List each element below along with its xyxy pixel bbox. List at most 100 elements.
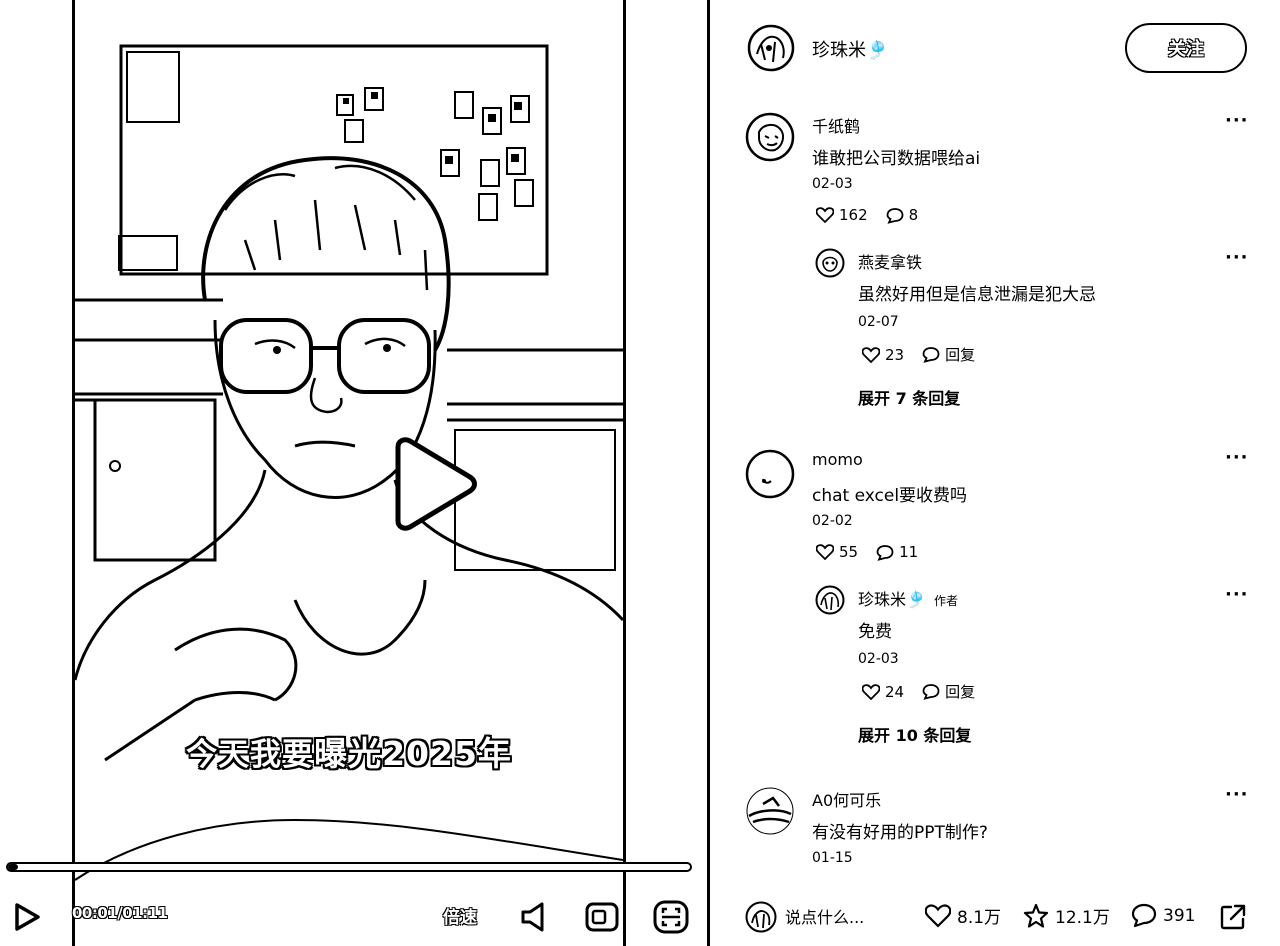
heart-icon xyxy=(862,683,880,700)
author-badge: 作者 xyxy=(933,594,958,608)
comment-text: chat excel要收费吗 xyxy=(812,486,968,506)
reply-date: 02-03 xyxy=(858,651,899,667)
my-avatar[interactable] xyxy=(745,901,777,933)
video-player[interactable]: 今天我要曝光2025年 00:01/01:11 倍速 xyxy=(0,0,710,946)
reply-stats: 23 回复 xyxy=(862,344,993,365)
avatar-image xyxy=(745,449,795,499)
avatar-image xyxy=(745,901,777,933)
comment-bubble-icon xyxy=(886,207,904,224)
share-button[interactable] xyxy=(1218,902,1248,932)
video-controls: 00:01/01:11 倍速 xyxy=(0,890,708,944)
comment-total: 391 xyxy=(1163,905,1196,926)
heart-icon xyxy=(816,544,834,560)
comment-bubble-icon xyxy=(876,544,894,561)
like-count: 24 xyxy=(885,682,905,701)
play-icon xyxy=(15,903,40,931)
reply-username[interactable]: 珍珠米🎐 作者 xyxy=(858,586,958,610)
heart-icon xyxy=(862,346,880,363)
reply-item: 珍珠米🎐 作者 ··· 免费 02-03 24 回复 xyxy=(813,582,1280,712)
reply-username[interactable]: 燕麦拿铁 xyxy=(858,249,922,273)
play-overlay-button[interactable] xyxy=(390,437,478,531)
comment-input[interactable] xyxy=(785,904,925,930)
comment-date: 02-02 xyxy=(812,513,853,529)
like-count: 23 xyxy=(885,345,905,364)
avatar[interactable] xyxy=(745,786,795,836)
like-button[interactable]: 55 xyxy=(816,543,858,561)
heart-icon xyxy=(816,207,834,223)
comment-bubble-icon xyxy=(1131,903,1157,928)
reply-count: 11 xyxy=(899,543,919,561)
comment-text: 有没有好用的PPT制作? xyxy=(812,823,988,843)
video-progress-fill xyxy=(8,864,18,870)
avatar-image xyxy=(815,585,845,615)
comment-username[interactable]: A0何可乐 xyxy=(812,787,881,811)
expand-replies-button[interactable]: 展开 7 条回复 xyxy=(858,385,960,409)
comment-username[interactable]: momo xyxy=(812,450,863,469)
reply-label: 回复 xyxy=(945,683,976,701)
fullscreen-button[interactable] xyxy=(652,899,690,935)
more-options-button[interactable]: ··· xyxy=(1225,584,1249,605)
reply-stats: 24 回复 xyxy=(862,681,993,702)
reply-button[interactable]: 回复 xyxy=(922,681,975,702)
pip-icon xyxy=(585,902,619,932)
avatar[interactable] xyxy=(815,248,845,278)
more-options-button[interactable]: ··· xyxy=(1225,784,1249,805)
comment-date: 02-03 xyxy=(812,176,853,192)
speed-button[interactable]: 倍速 xyxy=(443,903,477,928)
like-button[interactable]: 24 xyxy=(862,683,904,701)
video-progress-bar[interactable] xyxy=(6,862,692,872)
follow-button[interactable]: 关注 xyxy=(1125,23,1247,73)
comment-bubble-icon xyxy=(922,347,940,363)
reply-count: 8 xyxy=(908,206,919,224)
reply-label: 回复 xyxy=(945,346,976,364)
avatar-image xyxy=(745,112,795,162)
comment-date: 01-15 xyxy=(812,850,853,866)
like-total: 8.1万 xyxy=(957,908,1002,928)
comment-item: A0何可乐 ··· 有没有好用的PPT制作? 01-15 xyxy=(713,774,1280,884)
author-header: 珍珠米🎐 关注 xyxy=(713,0,1280,96)
play-button[interactable] xyxy=(10,900,44,934)
comment-item: momo ··· chat excel要收费吗 02-02 55 11 珍珠米🎐 xyxy=(713,437,1280,757)
volume-button[interactable] xyxy=(518,900,552,934)
reply-count-button[interactable]: 11 xyxy=(876,543,918,561)
bottom-action-bar: 8.1万 12.1万 391 xyxy=(713,890,1280,946)
avatar[interactable] xyxy=(745,449,795,499)
avatar[interactable] xyxy=(815,585,845,615)
author-avatar[interactable] xyxy=(747,24,795,72)
video-time: 00:01/01:11 xyxy=(72,904,168,922)
like-button[interactable]: 23 xyxy=(862,346,904,364)
expand-replies-button[interactable]: 展开 10 条回复 xyxy=(858,722,971,746)
comments-button[interactable]: 391 xyxy=(1131,903,1195,928)
comment-panel: 珍珠米🎐 关注 千纸鹤 ··· 谁敢把公司数据喂给ai 02-03 162 8 xyxy=(713,0,1280,946)
more-options-button[interactable]: ··· xyxy=(1225,247,1249,268)
reply-item: 燕麦拿铁 ··· 虽然好用但是信息泄漏是犯大忌 02-07 23 回复 xyxy=(813,245,1280,375)
fullscreen-icon xyxy=(653,900,689,934)
like-video-button[interactable]: 8.1万 xyxy=(925,903,1001,928)
favorite-total: 12.1万 xyxy=(1055,908,1110,928)
play-icon xyxy=(395,437,477,531)
author-name[interactable]: 珍珠米🎐 xyxy=(812,36,888,62)
favorite-button[interactable]: 12.1万 xyxy=(1023,903,1110,928)
like-count: 55 xyxy=(839,543,859,561)
share-icon xyxy=(1220,904,1246,930)
comment-item: 千纸鹤 ··· 谁敢把公司数据喂给ai 02-03 162 8 燕麦拿铁 ···… xyxy=(713,100,1280,420)
comment-username[interactable]: 千纸鹤 xyxy=(812,113,860,137)
like-button[interactable]: 162 xyxy=(816,206,868,224)
subtitle-text: 今天我要 xyxy=(186,737,315,773)
video-scene-image xyxy=(75,44,623,881)
video-frame[interactable]: 今天我要曝光2025年 xyxy=(72,0,626,946)
video-subtitle: 今天我要曝光2025年 xyxy=(75,727,623,775)
reply-count-button[interactable]: 8 xyxy=(886,206,919,224)
reply-button[interactable]: 回复 xyxy=(922,344,975,365)
speaker-icon xyxy=(521,902,544,932)
star-icon xyxy=(1023,903,1049,928)
avatar-image xyxy=(815,248,845,278)
more-options-button[interactable]: ··· xyxy=(1225,110,1249,131)
like-count: 162 xyxy=(839,206,868,224)
avatar[interactable] xyxy=(745,112,795,162)
reply-date: 02-07 xyxy=(858,314,899,330)
more-options-button[interactable]: ··· xyxy=(1225,447,1249,468)
picture-in-picture-button[interactable] xyxy=(584,900,620,934)
comment-stats: 162 8 xyxy=(816,206,936,224)
reply-text: 免费 xyxy=(858,622,892,642)
